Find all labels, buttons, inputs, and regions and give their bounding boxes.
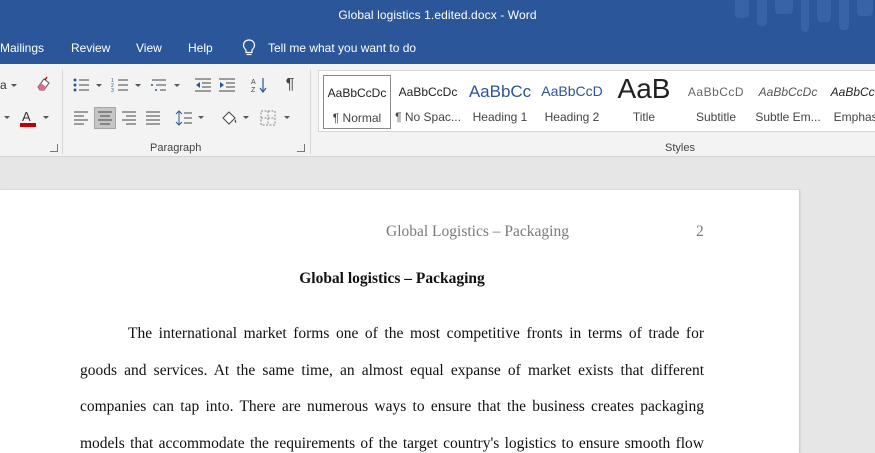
style-no-spacing[interactable]: AaBbCcDc ¶ No Spac...	[394, 75, 462, 129]
multilevel-list-button[interactable]	[148, 75, 170, 95]
body-line: goods and services. At the same time, an…	[80, 361, 704, 379]
svg-text:3: 3	[111, 88, 114, 93]
style-normal[interactable]: AaBbCcDc ¶ Normal	[323, 75, 391, 129]
styles-gallery: AaBbCcDc ¶ Normal AaBbCcDc ¶ No Spac... …	[318, 70, 875, 132]
style-sample: AaBbCcDc	[830, 85, 875, 99]
chevron-down-icon	[284, 116, 290, 119]
chevron-down-icon	[198, 116, 204, 119]
document-page[interactable]: Global Logistics – Packaging 2 Global lo…	[0, 190, 799, 453]
lightbulb-icon	[242, 39, 256, 56]
style-emphasis[interactable]: AaBbCcDc Emphasis	[826, 75, 875, 129]
line-spacing-button[interactable]	[173, 107, 195, 129]
styles-group-label: Styles	[665, 142, 695, 154]
chevron-down-icon	[174, 84, 180, 87]
body-paragraph: The international market forms one of th…	[80, 316, 704, 453]
style-subtle-emphasis[interactable]: AaBbCcDc Subtle Em...	[754, 75, 822, 129]
body-line: The international market forms one of th…	[128, 325, 704, 342]
group-separator	[310, 70, 311, 154]
align-left-button[interactable]	[70, 107, 92, 129]
style-name: Subtle Em...	[755, 110, 821, 124]
decrease-indent-button[interactable]	[193, 75, 213, 95]
style-name: ¶ Normal	[332, 111, 382, 125]
style-heading-1[interactable]: AaBbCc Heading 1	[466, 75, 534, 129]
style-sample: AaBbCcD	[541, 83, 603, 99]
style-name: Heading 2	[544, 110, 600, 124]
tab-help[interactable]: Help	[188, 41, 213, 55]
svg-text:A: A	[251, 79, 256, 86]
numbering-button[interactable]: 1 2 3	[109, 75, 131, 95]
style-sample: AaBbCcD	[687, 85, 745, 99]
sort-button[interactable]: A Z	[249, 75, 269, 95]
font-dialog-launcher[interactable]	[50, 144, 58, 152]
ribbon-tabs: Mailings Review View Help Tell me what y…	[0, 32, 875, 64]
chevron-down-icon	[243, 116, 249, 119]
title-bar: Global logistics 1.edited.docx - Word	[0, 0, 875, 32]
bullets-button[interactable]	[70, 75, 92, 95]
style-name: Emphasis	[833, 110, 875, 124]
decrease-indent-icon	[195, 78, 211, 92]
align-right-button[interactable]	[118, 107, 140, 129]
clear-formatting-button[interactable]	[34, 74, 54, 94]
style-sample: AaBbCc	[468, 82, 532, 101]
font-color-icon: A	[20, 109, 36, 127]
document-title: Global logistics – Packaging	[299, 270, 485, 287]
paragraph-group-label: Paragraph	[150, 142, 202, 154]
show-formatting-marks-button[interactable]: ¶	[280, 75, 300, 95]
svg-text:A: A	[22, 109, 31, 124]
chevron-down-icon	[11, 84, 17, 87]
body-line: companies can tap into. There are numero…	[80, 398, 704, 416]
tell-me-text: Tell me what you want to do	[268, 41, 417, 55]
style-name: ¶ No Spac...	[395, 110, 461, 124]
numbered-list-icon: 1 2 3	[111, 78, 128, 93]
pilcrow-icon: ¶	[285, 76, 295, 93]
tab-mailings[interactable]: Mailings	[0, 41, 44, 55]
style-title[interactable]: AaB Title	[610, 73, 678, 129]
style-name: Subtitle	[695, 110, 737, 124]
chevron-down-icon	[43, 116, 49, 119]
style-sample: AaBbCcDc	[398, 85, 458, 99]
line-spacing-icon	[175, 110, 192, 126]
tab-view[interactable]: View	[136, 41, 162, 55]
style-sample: AaB	[617, 73, 671, 104]
title-bar-pattern	[735, 0, 875, 32]
group-separator	[62, 70, 63, 154]
tell-me-search[interactable]: Tell me what you want to do	[241, 38, 416, 58]
style-subtitle[interactable]: AaBbCcD Subtitle	[682, 75, 750, 129]
borders-button[interactable]	[257, 107, 279, 129]
page-number: 2	[696, 223, 704, 240]
increase-indent-button[interactable]	[217, 75, 237, 95]
borders-icon	[260, 110, 276, 126]
align-left-icon	[74, 111, 88, 125]
body-line: models that accommodate the requirements…	[80, 435, 704, 453]
increase-indent-icon	[219, 78, 235, 92]
align-center-icon	[98, 111, 112, 125]
running-header: Global Logistics – Packaging	[386, 223, 569, 240]
font-name-partial[interactable]: a	[0, 78, 7, 92]
eraser-icon	[37, 76, 50, 91]
align-center-button[interactable]	[94, 107, 116, 129]
style-name: Title	[632, 110, 656, 124]
style-sample: AaBbCcDc	[327, 86, 387, 100]
justify-button[interactable]	[142, 107, 164, 129]
bullet-list-icon	[73, 78, 89, 92]
document-canvas: Global Logistics – Packaging 2 Global lo…	[0, 158, 875, 453]
chevron-down-icon	[135, 84, 141, 87]
font-color-button[interactable]: A	[17, 107, 39, 129]
multilevel-list-icon	[151, 79, 166, 91]
justify-icon	[146, 111, 160, 125]
chevron-down-icon	[96, 84, 102, 87]
chevron-down-icon	[4, 116, 10, 119]
paint-bucket-icon	[222, 111, 237, 125]
tab-review[interactable]: Review	[71, 41, 110, 55]
style-heading-2[interactable]: AaBbCcD Heading 2	[538, 75, 606, 129]
sort-az-icon: A Z	[251, 78, 267, 94]
paragraph-dialog-launcher[interactable]	[297, 144, 305, 152]
align-right-icon	[122, 111, 136, 125]
shading-button[interactable]	[218, 107, 240, 129]
svg-text:Z: Z	[251, 87, 256, 94]
style-sample: AaBbCcDc	[758, 85, 818, 99]
style-name: Heading 1	[472, 110, 528, 124]
ribbon: a A 1 2 3 A Z ¶ Paragraph AaBbCcDc ¶ Nor…	[0, 64, 875, 157]
